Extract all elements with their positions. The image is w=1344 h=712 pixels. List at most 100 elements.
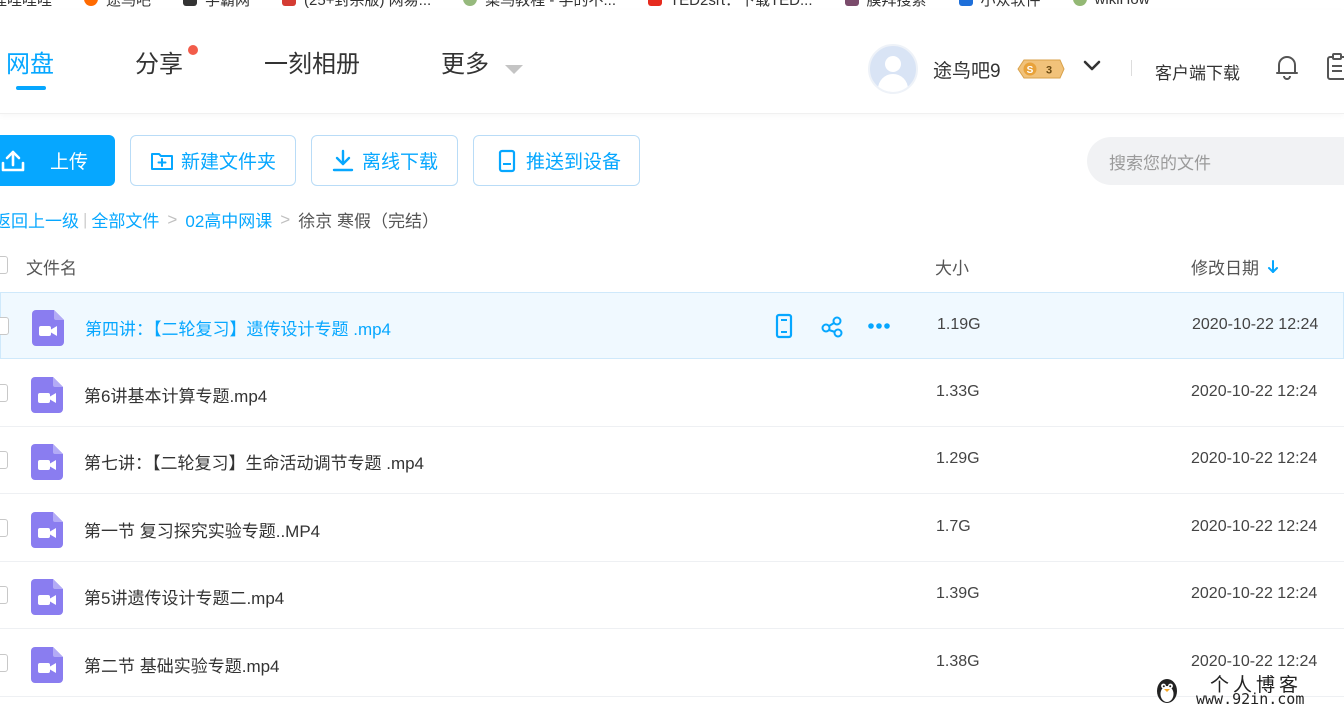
file-date: 2020-10-22 12:24 (1191, 585, 1318, 602)
appinn-icon (958, 0, 973, 6)
ted-icon (648, 0, 662, 6)
column-name[interactable]: 文件名 (26, 254, 77, 279)
breadcrumb-separator: > (167, 209, 178, 229)
bookmark-label: 途鸟吧 (106, 0, 152, 9)
file-name[interactable]: 第6讲基本计算专题.mp4 (84, 382, 267, 407)
video-file-icon (31, 376, 63, 413)
bookmark-item[interactable]: wikiHow (1072, 0, 1150, 8)
file-size: 1.29G (936, 450, 980, 467)
video-file-icon (31, 511, 63, 548)
bookmarks-bar: 哩哩哩哩 途鸟吧 学霸网 (25+封杀版) 网易... 菜鸟教程 - 学的不..… (0, 0, 1344, 10)
breadcrumb-divider: | (83, 209, 88, 229)
file-size: 1.19G (937, 316, 981, 333)
chevron-down-icon[interactable] (1082, 58, 1102, 74)
client-download-link[interactable]: 客户端下载 (1155, 59, 1240, 84)
watermark-url: www.92in.com (1196, 690, 1305, 708)
row-checkbox[interactable] (0, 317, 9, 335)
bookmark-label: TED2srt：下载TED... (670, 0, 813, 9)
wikihow-icon (1072, 0, 1087, 6)
file-size: 1.39G (936, 585, 980, 602)
vip-level: 3 (1046, 65, 1052, 77)
upload-label: 上传 (50, 152, 89, 173)
tab-netdisk[interactable]: 网盘 (6, 44, 54, 79)
tuniao-icon (84, 0, 99, 6)
file-size: 1.33G (936, 382, 980, 400)
sort-down-arrow-icon[interactable] (1267, 259, 1279, 275)
column-date[interactable]: 修改日期 (1191, 254, 1279, 279)
folder-add-icon (151, 152, 173, 170)
table-row[interactable]: 第5讲遗传设计专题二.mp4 1.39G 2020-10-22 12:24 (0, 562, 1344, 629)
clipboard-icon[interactable] (1326, 53, 1344, 81)
runoob-icon (463, 0, 478, 6)
avatar[interactable] (868, 44, 918, 94)
row-checkbox[interactable] (0, 383, 8, 402)
vip-prefix: S (1027, 65, 1034, 76)
table-row[interactable]: 第七讲：【二轮复习】生命活动调节专题 .mp4 1.29G 2020-10-22 1… (0, 427, 1344, 494)
bookmark-item[interactable]: 途鸟吧 (84, 0, 151, 10)
more-icon[interactable] (866, 313, 892, 339)
notification-dot (188, 45, 198, 55)
file-name[interactable]: 第四讲：【二轮复习】遗传设计专题 .mp4 (85, 315, 391, 340)
video-file-icon (31, 579, 63, 615)
more-caret-icon[interactable] (505, 65, 523, 74)
row-checkbox[interactable] (0, 451, 8, 469)
offline-download-button[interactable]: 离线下载 (311, 135, 458, 186)
row-checkbox[interactable] (0, 653, 8, 672)
column-date-label: 修改日期 (1191, 259, 1259, 278)
file-name[interactable]: 第5讲遗传设计专题二.mp4 (84, 584, 284, 609)
table-row[interactable]: 第二节 基础实验专题.mp4 1.38G 2020-10-22 12:24 (0, 630, 1344, 697)
push-device-button[interactable]: 推送到设备 (473, 135, 640, 186)
table-row[interactable]: 第四讲：【二轮复习】遗传设计专题 .mp4 1.19G 2020-10-22 12:… (0, 292, 1344, 359)
username[interactable]: 途鸟吧9 (933, 56, 1001, 83)
row-checkbox[interactable] (0, 518, 8, 537)
bookmark-item[interactable]: 膜拜搜索 (844, 0, 927, 10)
file-date: 2020-10-22 12:24 (1191, 450, 1318, 467)
file-name[interactable]: 第二节 基础实验专题.mp4 (84, 652, 280, 677)
netease-icon (282, 0, 297, 6)
file-name[interactable]: 第七讲：【二轮复习】生命活动调节专题 .mp4 (84, 449, 424, 474)
all-files-link[interactable]: 全部文件 (91, 207, 159, 232)
bookmark-label: 哩哩哩哩 (0, 0, 53, 9)
select-all-checkbox[interactable] (0, 256, 8, 274)
bookmark-item[interactable]: 小众软件 (958, 0, 1041, 10)
device-icon (498, 149, 516, 172)
phone-icon[interactable] (771, 313, 797, 339)
bookmark-label: 菜鸟教程 - 学的不... (485, 0, 616, 9)
bookmark-label: 膜拜搜索 (866, 0, 927, 9)
share-icon[interactable] (819, 313, 845, 339)
upload-button[interactable]: 上传 (0, 135, 115, 186)
bookmark-item[interactable]: (25+封杀版) 网易... (282, 0, 431, 10)
offline-download-label: 离线下载 (362, 152, 439, 173)
penguin-logo (1157, 679, 1177, 703)
file-date: 2020-10-22 12:24 (1192, 316, 1319, 333)
tab-more[interactable]: 更多 (441, 44, 489, 79)
bookmark-label: 学霸网 (205, 0, 251, 9)
new-folder-button[interactable]: 新建文件夹 (130, 135, 296, 186)
vip-badge-icon[interactable]: S 3 (1016, 58, 1066, 80)
active-tab-indicator (16, 86, 46, 90)
column-size[interactable]: 大小 (935, 254, 969, 279)
top-nav (0, 10, 1344, 114)
bell-icon[interactable] (1274, 53, 1300, 81)
breadcrumb-separator: > (280, 209, 291, 229)
file-name[interactable]: 第一节 复习探究实验专题..MP4 (84, 517, 320, 542)
back-link[interactable]: 返回上一级 (0, 207, 79, 232)
table-row[interactable]: 第6讲基本计算专题.mp4 1.33G 2020-10-22 12:24 (0, 360, 1344, 427)
bookmark-item[interactable]: TED2srt：下载TED... (648, 0, 813, 10)
bookmark-item[interactable]: 学霸网 (183, 0, 250, 10)
bookmark-item[interactable]: 菜鸟教程 - 学的不... (463, 0, 616, 10)
file-date: 2020-10-22 12:24 (1191, 652, 1318, 670)
search-input[interactable]: 搜索您的文件 (1087, 137, 1344, 185)
new-folder-label: 新建文件夹 (181, 152, 277, 173)
file-size: 1.7G (936, 517, 971, 535)
row-checkbox[interactable] (0, 586, 8, 604)
push-device-label: 推送到设备 (526, 152, 622, 173)
table-row[interactable]: 第一节 复习探究实验专题..MP4 1.7G 2020-10-22 12:24 (0, 495, 1344, 562)
bookmark-item[interactable]: 哩哩哩哩 (0, 0, 52, 10)
tab-share[interactable]: 分享 (135, 44, 183, 79)
bookmark-label: (25+封杀版) 网易... (304, 0, 432, 9)
xueba-icon (183, 0, 198, 6)
tab-album[interactable]: 一刻相册 (264, 44, 360, 79)
parent-folder-link[interactable]: 02高中网课 (185, 207, 272, 232)
video-file-icon (32, 310, 64, 346)
